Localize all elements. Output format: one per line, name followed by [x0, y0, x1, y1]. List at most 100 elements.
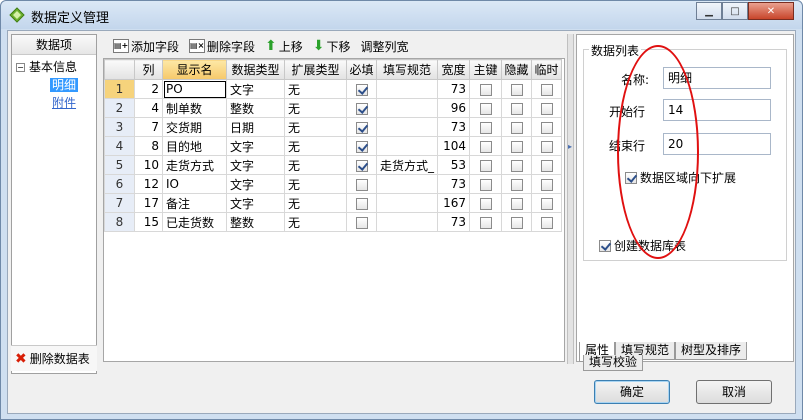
- hidden-cell[interactable]: [501, 79, 533, 99]
- extension-type-cell[interactable]: 无: [284, 79, 347, 99]
- checkbox-unchecked-icon[interactable]: [479, 121, 492, 134]
- display-name-cell[interactable]: 备注: [162, 193, 227, 213]
- required-cell[interactable]: [346, 155, 377, 175]
- adjust-width-button[interactable]: 调整列宽: [361, 38, 409, 55]
- checkbox-checked-icon[interactable]: [355, 102, 368, 115]
- close-button[interactable]: ✕: [748, 2, 794, 20]
- tree-node-attachment[interactable]: 附件: [50, 95, 78, 111]
- tree-node-label[interactable]: 附件: [50, 96, 78, 110]
- table-row[interactable]: 8 15 已走货数 整数无 73: [104, 212, 563, 232]
- row-number-cell[interactable]: 4: [104, 136, 135, 156]
- column-header[interactable]: 主键: [469, 59, 503, 80]
- hidden-cell[interactable]: [501, 136, 533, 156]
- primary-key-cell[interactable]: [469, 117, 503, 137]
- hidden-cell[interactable]: [501, 98, 533, 118]
- move-down-button[interactable]: ⬇ 下移: [313, 38, 351, 55]
- table-row[interactable]: 3 7 交货期 日期无 73: [104, 117, 563, 137]
- extension-type-cell[interactable]: 无: [284, 155, 347, 175]
- checkbox-unchecked-icon[interactable]: [479, 216, 492, 229]
- checkbox-unchecked-icon[interactable]: [510, 178, 523, 191]
- temporary-cell[interactable]: [531, 98, 563, 118]
- end-row-input[interactable]: 20: [663, 133, 771, 155]
- data-type-cell[interactable]: 文字: [226, 136, 285, 156]
- fill-rule-cell[interactable]: [375, 79, 439, 99]
- collapse-toggle-icon[interactable]: −: [16, 63, 25, 72]
- primary-key-cell[interactable]: [469, 98, 503, 118]
- extension-type-cell[interactable]: 无: [284, 212, 347, 232]
- checkbox-unchecked-icon[interactable]: [540, 121, 553, 134]
- checkbox-unchecked-icon[interactable]: [510, 159, 523, 172]
- checkbox-checked-icon[interactable]: [355, 159, 368, 172]
- move-up-button[interactable]: ⬆ 上移: [265, 38, 303, 55]
- checkbox-unchecked-icon[interactable]: [540, 140, 553, 153]
- table-row[interactable]: 5 10 走货方式 文字无 走货方式_ 53: [104, 155, 563, 175]
- add-field-button[interactable]: ▤+ 添加字段: [113, 38, 179, 55]
- cancel-button[interactable]: 取消: [696, 380, 772, 404]
- display-name-cell[interactable]: 目的地: [162, 136, 227, 156]
- data-type-cell[interactable]: 整数: [226, 212, 285, 232]
- checkbox-unchecked-icon[interactable]: [540, 102, 553, 115]
- column-header[interactable]: 显示名: [162, 59, 227, 80]
- width-cell[interactable]: 53: [437, 155, 471, 175]
- tree-node-label[interactable]: 明细: [50, 78, 79, 92]
- delete-table-button[interactable]: ✖ 删除数据表: [11, 345, 97, 371]
- display-name-cell[interactable]: 走货方式: [162, 155, 227, 175]
- checkbox-unchecked-icon[interactable]: [540, 197, 553, 210]
- primary-key-cell[interactable]: [469, 155, 503, 175]
- temporary-cell[interactable]: [531, 117, 563, 137]
- hidden-cell[interactable]: [501, 193, 533, 213]
- hidden-cell[interactable]: [501, 117, 533, 137]
- column-header[interactable]: 隐藏: [501, 59, 533, 80]
- tree-node-detail[interactable]: 明细: [50, 77, 79, 93]
- column-header[interactable]: 数据类型: [226, 59, 285, 80]
- fill-rule-cell[interactable]: [375, 174, 439, 194]
- column-index-cell[interactable]: 15: [134, 212, 163, 232]
- display-name-cell[interactable]: 已走货数: [162, 212, 227, 232]
- data-type-cell[interactable]: 日期: [226, 117, 285, 137]
- width-cell[interactable]: 73: [437, 174, 471, 194]
- checkbox-checked-icon[interactable]: [355, 140, 368, 153]
- primary-key-cell[interactable]: [469, 212, 503, 232]
- required-cell[interactable]: [346, 117, 377, 137]
- fill-rule-cell[interactable]: [375, 136, 439, 156]
- required-cell[interactable]: [346, 98, 377, 118]
- fill-rule-cell[interactable]: [375, 212, 439, 232]
- checkbox-unchecked-icon[interactable]: [479, 178, 492, 191]
- row-number-cell[interactable]: 1: [104, 79, 135, 99]
- fill-rule-cell[interactable]: [375, 98, 439, 118]
- minimize-button[interactable]: ▁: [696, 2, 722, 20]
- fill-rule-cell[interactable]: 走货方式_: [375, 155, 439, 175]
- checkbox-checked-icon[interactable]: [625, 171, 637, 184]
- panel-splitter[interactable]: ▸: [567, 34, 574, 364]
- temporary-cell[interactable]: [531, 79, 563, 99]
- row-number-cell[interactable]: 5: [104, 155, 135, 175]
- create-table-checkbox[interactable]: 创建数据库表: [599, 237, 686, 254]
- width-cell[interactable]: 96: [437, 98, 471, 118]
- fill-rule-cell[interactable]: [375, 193, 439, 213]
- display-name-cell[interactable]: 交货期: [162, 117, 227, 137]
- data-type-cell[interactable]: 文字: [226, 79, 285, 99]
- checkbox-unchecked-icon[interactable]: [479, 197, 492, 210]
- expand-down-checkbox[interactable]: 数据区域向下扩展: [625, 169, 736, 186]
- checkbox-unchecked-icon[interactable]: [355, 197, 368, 210]
- tab-fill-validation[interactable]: 填写校验: [583, 355, 644, 371]
- tree-node-label[interactable]: 基本信息: [29, 60, 77, 74]
- checkbox-checked-icon[interactable]: [599, 239, 611, 252]
- temporary-cell[interactable]: [531, 155, 563, 175]
- table-row[interactable]: 4 8 目的地 文字无 104: [104, 136, 563, 156]
- primary-key-cell[interactable]: [469, 136, 503, 156]
- required-cell[interactable]: [346, 212, 377, 232]
- display-name-cell[interactable]: IO: [162, 174, 227, 194]
- delete-field-button[interactable]: ▤× 删除字段: [189, 38, 255, 55]
- row-number-cell[interactable]: 3: [104, 117, 135, 137]
- primary-key-cell[interactable]: [469, 79, 503, 99]
- hidden-cell[interactable]: [501, 174, 533, 194]
- row-number-cell[interactable]: 8: [104, 212, 135, 232]
- checkbox-unchecked-icon[interactable]: [479, 102, 492, 115]
- checkbox-checked-icon[interactable]: [355, 121, 368, 134]
- required-cell[interactable]: [346, 174, 377, 194]
- table-row[interactable]: 6 12 IO 文字无 73: [104, 174, 563, 194]
- start-row-input[interactable]: 14: [663, 99, 771, 121]
- checkbox-unchecked-icon[interactable]: [510, 121, 523, 134]
- checkbox-unchecked-icon[interactable]: [510, 197, 523, 210]
